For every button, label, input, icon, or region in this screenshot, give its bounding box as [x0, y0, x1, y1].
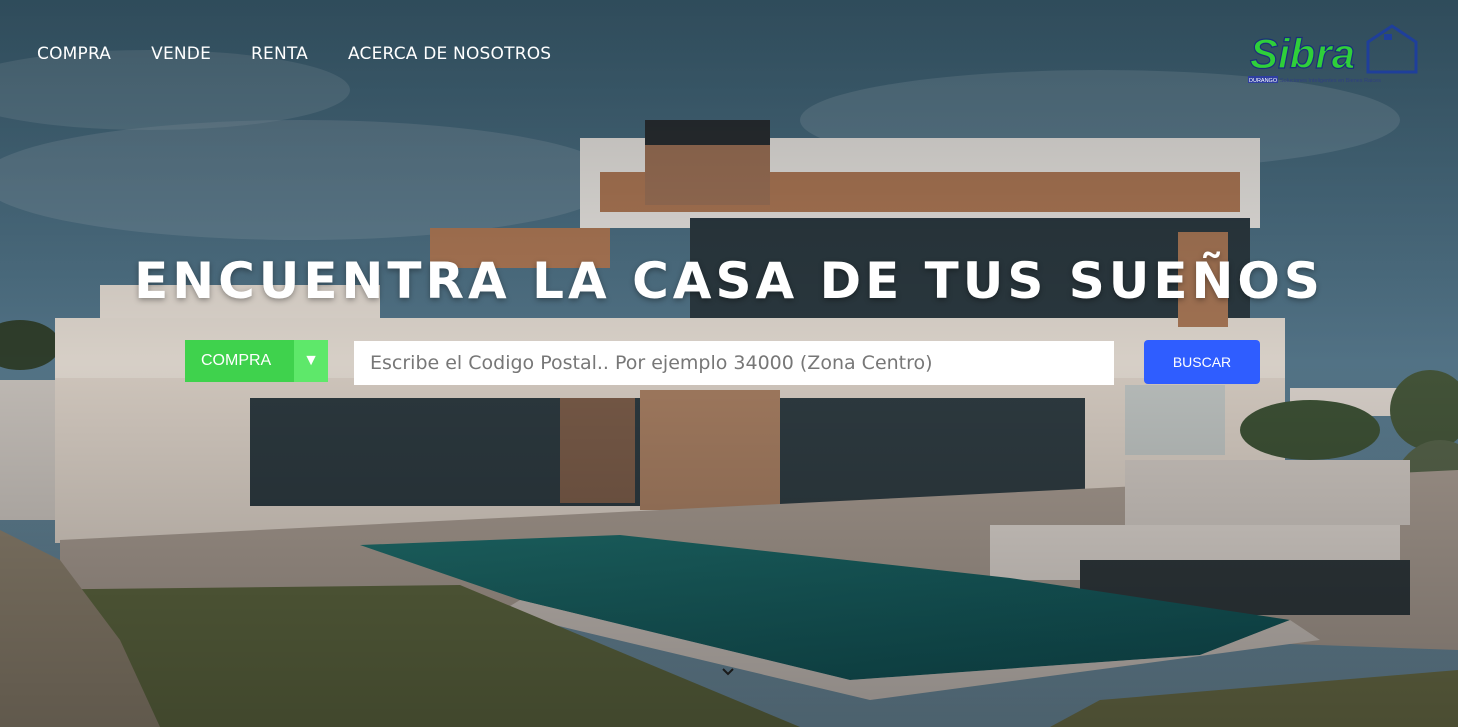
hero-section: COMPRA VENDE RENTA ACERCA DE NOSOTROS Si…	[0, 0, 1458, 727]
nav-item-vende[interactable]: VENDE	[151, 44, 211, 64]
search-button[interactable]: BUSCAR	[1144, 340, 1260, 384]
svg-text:Soluciones Inteligentes en Bie: Soluciones Inteligentes en Bienes Raices	[1280, 78, 1381, 84]
svg-text:DURANGO: DURANGO	[1249, 78, 1278, 84]
nav-item-compra[interactable]: COMPRA	[37, 44, 111, 64]
postal-code-search-input[interactable]	[354, 341, 1114, 385]
nav-item-acerca-de-nosotros[interactable]: ACERCA DE NOSOTROS	[348, 44, 551, 64]
svg-text:Sibra: Sibra	[1250, 30, 1355, 77]
nav-item-renta[interactable]: RENTA	[251, 44, 308, 64]
transaction-type-dropdown[interactable]: COMPRA ▼	[185, 340, 328, 382]
dropdown-selected-value: COMPRA	[201, 352, 272, 369]
triangle-down-icon: ▼	[294, 340, 328, 382]
hero-headline: ENCUENTRA LA CASA DE TUS SUEÑOS	[134, 252, 1324, 310]
sibra-logo[interactable]: Sibra DURANGO Soluciones Inteligentes en…	[1246, 22, 1418, 90]
main-nav: COMPRA VENDE RENTA ACERCA DE NOSOTROS	[37, 44, 591, 64]
chevron-down-icon[interactable]	[720, 664, 736, 680]
